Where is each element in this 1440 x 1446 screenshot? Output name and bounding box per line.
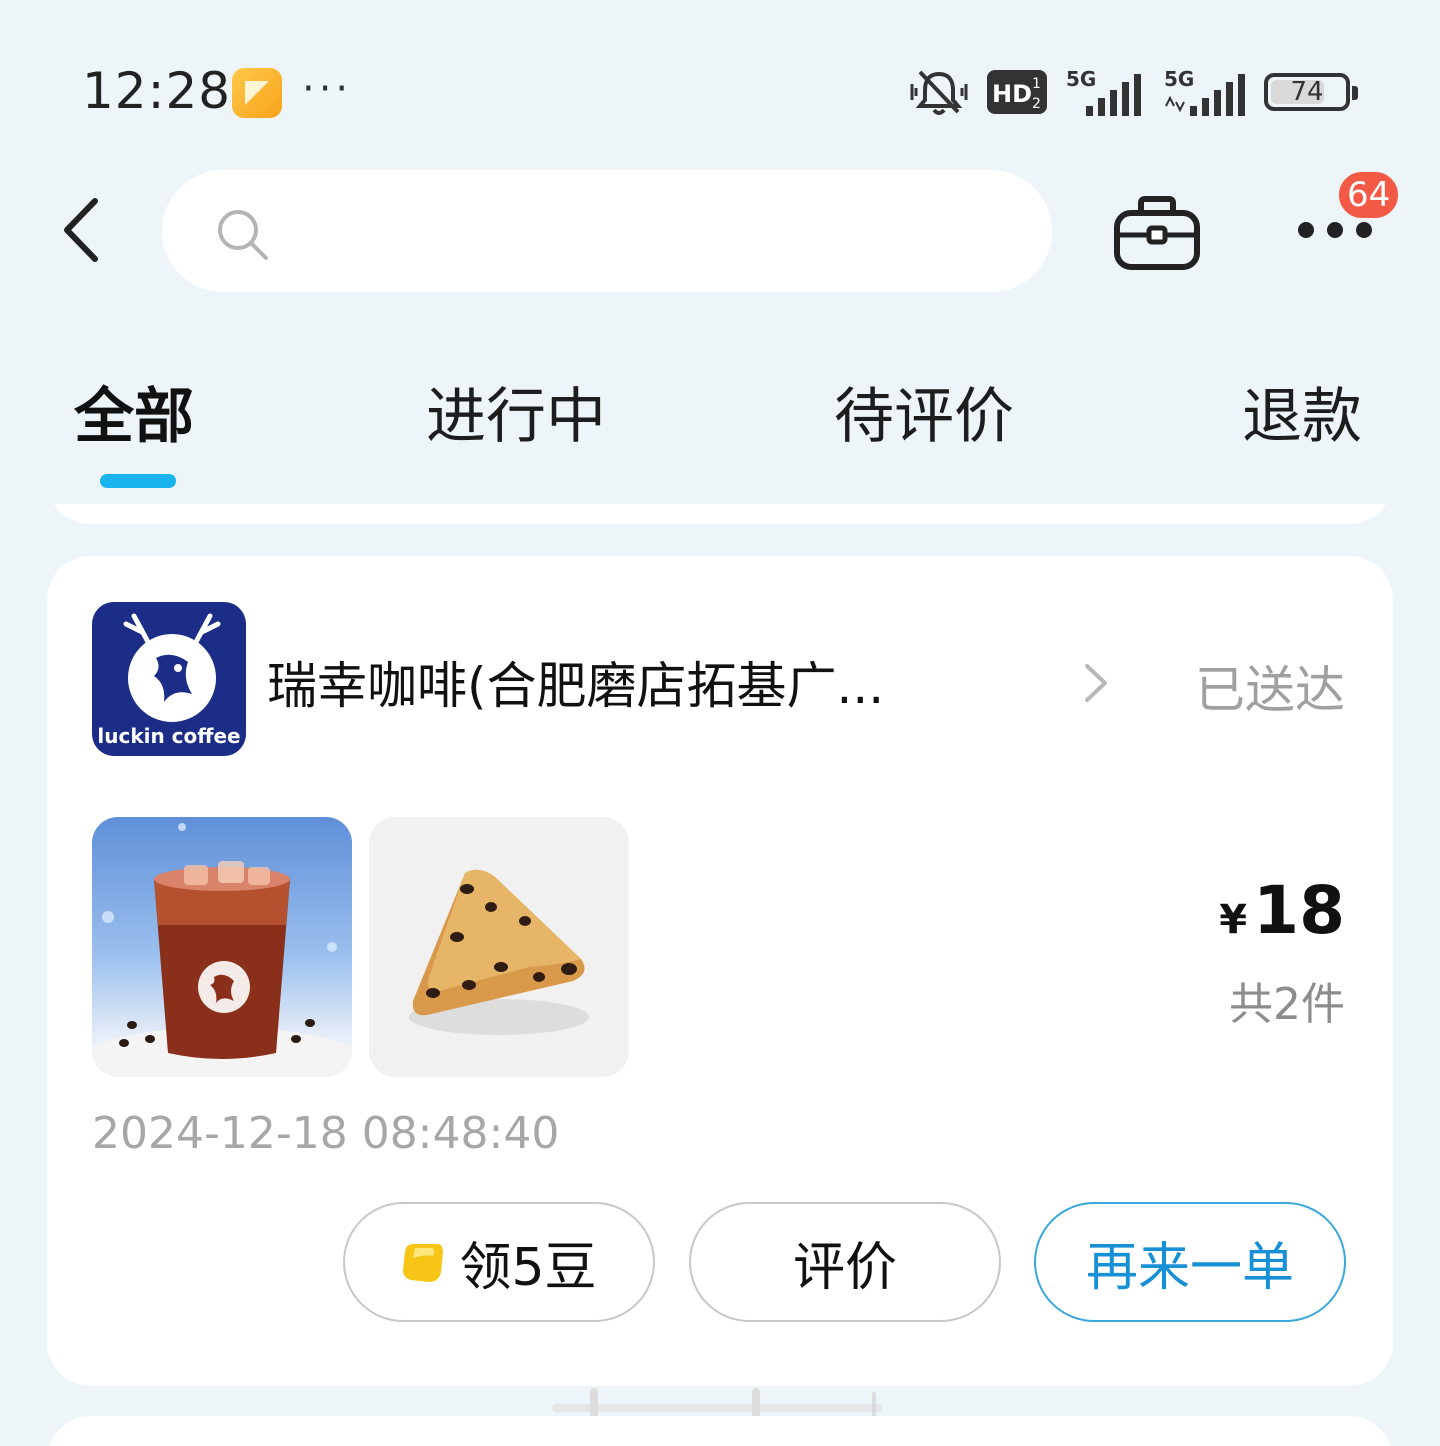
toolbox-icon: [1114, 196, 1200, 270]
notification-badge: 64: [1335, 168, 1403, 222]
status-bar: 12:28 ··· HD 1 2 5G 5G 74: [0, 0, 1440, 150]
price-currency: ¥: [1219, 897, 1248, 943]
iced-coffee-cup-illustration: [92, 823, 352, 1077]
claim-beans-button[interactable]: 领5豆: [343, 1202, 655, 1322]
signal-5g-icon: 5G: [1066, 67, 1141, 116]
product-image-iced-americano[interactable]: [92, 817, 352, 1077]
order-time: 2024-12-18 08:48:40: [92, 1108, 560, 1159]
order-price: ¥ 18: [1219, 872, 1345, 949]
review-label: 评价: [792, 1237, 897, 1298]
next-order-card-edge: [47, 1416, 1393, 1446]
status-time: 12:28: [82, 62, 232, 120]
search-input[interactable]: [162, 170, 1052, 292]
bean-coin-icon: [403, 1244, 444, 1282]
order-card[interactable]: luckin coffee 瑞幸咖啡(合肥磨店拓基广... 已送达 ¥ 18 共…: [47, 556, 1393, 1386]
network-1-label: 5G: [1066, 67, 1096, 91]
item-count: 共2件: [1229, 979, 1345, 1030]
search-icon: [218, 210, 268, 260]
top-bar: [0, 165, 1440, 295]
back-button[interactable]: [55, 195, 115, 265]
scone-illustration: [409, 869, 589, 1035]
notes-app-icon: [232, 68, 282, 118]
tab-all[interactable]: 全部: [74, 368, 194, 455]
reorder-button[interactable]: 再来一单: [1034, 1202, 1346, 1322]
svg-text:2: 2: [1032, 96, 1041, 112]
store-name[interactable]: 瑞幸咖啡(合肥磨店拓基广...: [267, 646, 1027, 718]
chevron-right-icon[interactable]: [1075, 658, 1115, 708]
signal-5g-icon-2: 5G: [1164, 67, 1245, 116]
reorder-label: 再来一单: [1085, 1237, 1294, 1298]
tab-active-indicator: [100, 474, 176, 488]
hd-icon: HD 1 2: [987, 70, 1047, 114]
price-value: 18: [1253, 872, 1345, 949]
claim-beans-label: 领5豆: [459, 1237, 597, 1298]
product-image-scone[interactable]: [369, 817, 629, 1077]
tab-pending-review[interactable]: 待评价: [834, 368, 1014, 455]
review-button[interactable]: 评价: [689, 1202, 1001, 1322]
hd-label: HD: [992, 80, 1032, 108]
tab-in-progress[interactable]: 进行中: [426, 368, 606, 455]
store-logo-text: luckin coffee: [97, 724, 241, 748]
status-icons: HD 1 2 5G 5G 74: [908, 66, 1358, 118]
battery-level: 74: [1290, 77, 1324, 107]
svg-text:1: 1: [1032, 76, 1041, 92]
chevron-left-icon: [64, 198, 98, 262]
order-tabs: 全部 进行中 待评价 退款: [0, 360, 1440, 500]
status-more-indicator: ···: [302, 66, 353, 112]
order-status: 已送达: [1195, 661, 1345, 719]
mute-bell-icon: [910, 70, 968, 115]
network-2-label: 5G: [1164, 67, 1194, 91]
battery-indicator: 74: [1264, 73, 1358, 111]
toolbox-button[interactable]: [1113, 195, 1201, 271]
store-logo[interactable]: luckin coffee: [92, 602, 246, 756]
tab-refund[interactable]: 退款: [1242, 368, 1362, 455]
